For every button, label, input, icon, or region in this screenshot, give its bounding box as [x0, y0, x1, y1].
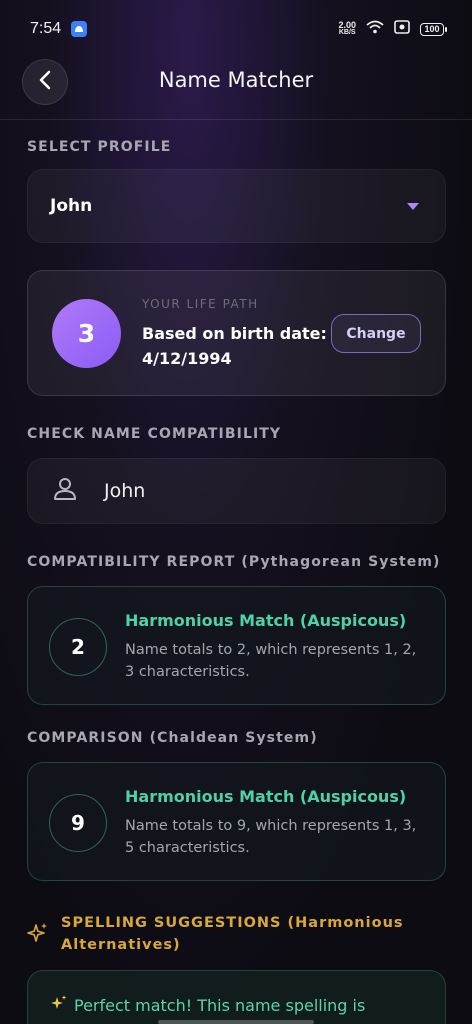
person-icon: [52, 476, 78, 506]
wifi-icon: [366, 20, 384, 38]
status-bar: 7:54 2.00 KB/S 100: [0, 0, 472, 58]
profile-selected-value: John: [50, 196, 93, 216]
birth-date-value: 4/12/1994: [142, 349, 232, 368]
birth-date-caption: Based on birth date:: [142, 324, 327, 343]
change-button[interactable]: Change: [331, 314, 421, 353]
check-name-label: CHECK NAME COMPATIBILITY: [27, 426, 282, 442]
life-path-card: 3 YOUR LIFE PATH Based on birth date: 4/…: [27, 270, 446, 396]
net-speed-value: 2.00: [338, 20, 356, 30]
chaldean-number: 9: [49, 794, 107, 852]
pythagorean-label: COMPATIBILITY REPORT (Pythagorean System…: [27, 554, 441, 570]
app-notification-icon: [71, 21, 88, 37]
chaldean-description: Name totals to 9, which represents 1, 3,…: [125, 818, 417, 856]
caret-down-icon: [407, 202, 419, 210]
chaldean-label: COMPARISON (Chaldean System): [27, 730, 318, 746]
select-profile-label: SELECT PROFILE: [27, 139, 172, 155]
home-indicator[interactable]: [158, 1020, 314, 1024]
page-title: Name Matcher: [158, 68, 314, 92]
app-header: Name Matcher: [0, 58, 472, 120]
chaldean-report-card: 9 Harmonious Match (Auspicous) Name tota…: [27, 762, 446, 881]
spelling-suggestions-label: SPELLING SUGGESTIONS (Harmonious Alterna…: [61, 915, 404, 953]
pythagorean-title: Harmonious Match (Auspicous): [125, 611, 407, 630]
pythagorean-report-card: 2 Harmonious Match (Auspicous) Name tota…: [27, 586, 446, 705]
life-path-birth-date: Based on birth date: 4/12/1994: [142, 321, 332, 371]
battery-icon: 100: [420, 22, 447, 36]
life-path-number: 3: [52, 299, 121, 368]
spelling-suggestions-header: SPELLING SUGGESTIONS (Harmonious Alterna…: [27, 912, 447, 956]
sparkle-emoji-icon: [50, 994, 68, 1016]
name-input-value: John: [104, 480, 146, 502]
status-icons: 2.00 KB/S 100: [338, 20, 447, 38]
sparkles-icon: [27, 922, 49, 956]
pythagorean-number: 2: [49, 618, 107, 676]
screen-record-icon: [394, 20, 410, 38]
net-speed-unit: KB/S: [338, 29, 356, 36]
life-path-label: YOUR LIFE PATH: [142, 297, 259, 311]
status-time: 7:54: [30, 20, 62, 37]
profile-dropdown[interactable]: John: [27, 169, 446, 243]
net-speed: 2.00 KB/S: [338, 21, 356, 37]
spelling-message-row: Perfect match! This name spelling is: [50, 994, 365, 1016]
spelling-message: Perfect match! This name spelling is: [74, 995, 366, 1015]
spelling-suggestion-card: Perfect match! This name spelling is: [27, 970, 446, 1024]
pythagorean-description: Name totals to 2, which represents 1, 2,…: [125, 642, 417, 680]
name-input[interactable]: John: [27, 458, 446, 524]
chaldean-title: Harmonious Match (Auspicous): [125, 787, 407, 806]
